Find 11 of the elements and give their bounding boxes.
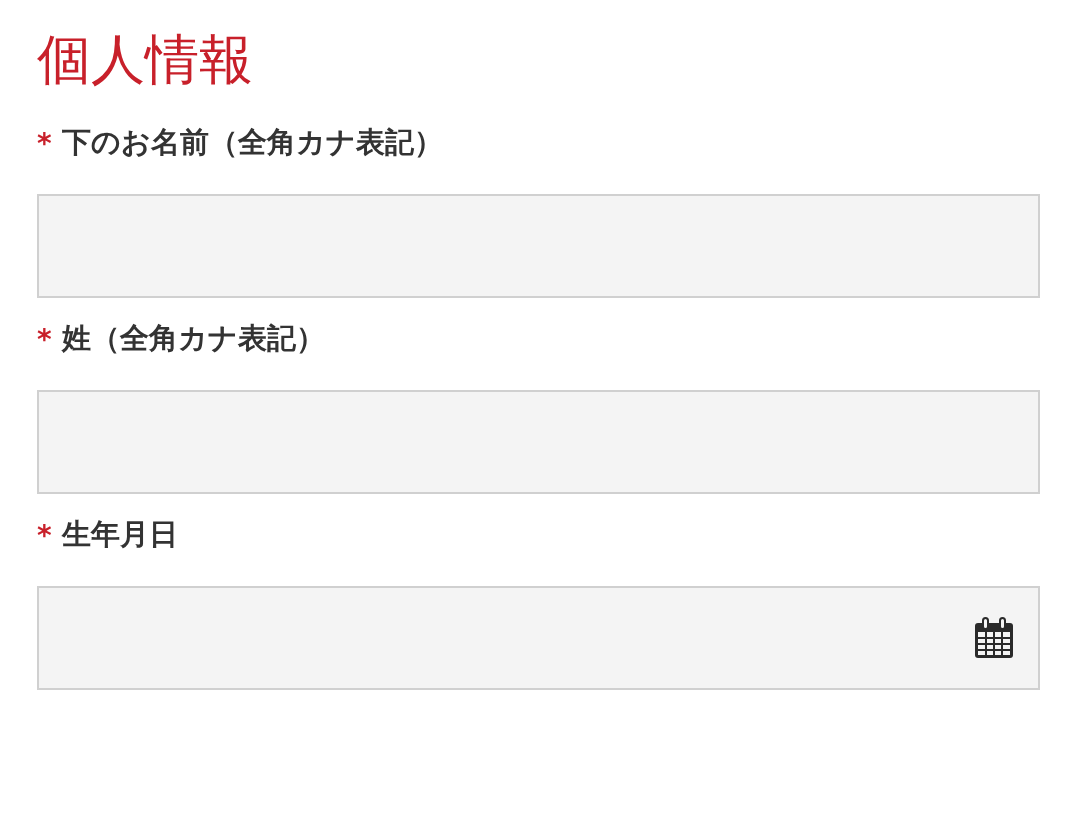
text-field[interactable] xyxy=(37,390,1040,494)
required-mark: * xyxy=(37,322,52,356)
field-label: 生年月日 xyxy=(61,516,178,553)
section-heading: 個人情報 xyxy=(37,27,254,93)
field-label: 姓（全角カナ表記） xyxy=(61,320,325,357)
required-mark: * xyxy=(37,518,52,552)
field-label: 下のお名前（全角カナ表記） xyxy=(61,124,443,161)
required-mark: * xyxy=(37,126,52,160)
date-field[interactable] xyxy=(37,586,1040,690)
calendar-icon[interactable] xyxy=(974,617,1014,659)
text-field[interactable] xyxy=(37,194,1040,298)
